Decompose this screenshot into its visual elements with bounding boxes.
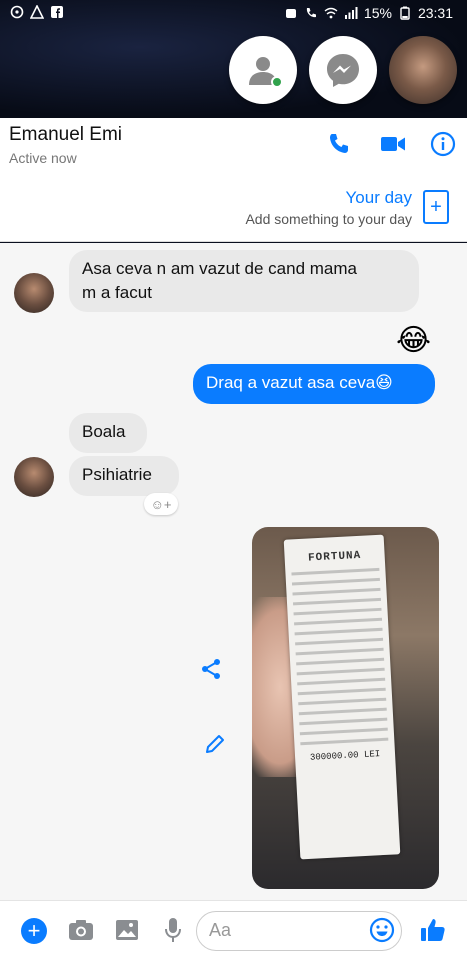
receipt-brand: FORTUNA — [307, 549, 362, 565]
plus-icon: + — [430, 195, 442, 218]
contact-status: Active now — [9, 150, 77, 166]
receipt-amount: 300000.00 LEI — [309, 749, 381, 763]
message-text: Draq a vazut asa ceva😆 — [206, 373, 393, 392]
video-icon — [381, 137, 405, 151]
battery-percent: 15% — [363, 5, 392, 21]
avatar[interactable] — [14, 273, 54, 313]
call-icon — [306, 8, 316, 18]
gallery-button[interactable] — [114, 917, 140, 943]
mic-icon — [165, 918, 181, 942]
incoming-message[interactable]: Boala — [69, 413, 147, 453]
contacts-chat-head[interactable] — [229, 36, 297, 104]
call-button[interactable] — [325, 130, 353, 158]
share-icon — [202, 659, 220, 679]
messenger-icon — [327, 54, 359, 87]
your-day-title[interactable]: Your day — [346, 188, 412, 208]
add-to-day-button[interactable]: + — [423, 190, 449, 224]
reaction-icon: ☺+ — [150, 496, 172, 512]
alarm-icon — [285, 9, 296, 18]
chat-heads — [229, 36, 457, 104]
emoji-button[interactable] — [369, 917, 395, 943]
message-text: Psihiatrie — [82, 465, 152, 484]
signal-icon — [344, 7, 358, 19]
outgoing-message[interactable]: Draq a vazut asa ceva😆 — [193, 364, 435, 404]
incoming-message[interactable]: Psihiatrie — [69, 456, 179, 496]
contact-name: Emanuel Emi — [9, 124, 122, 145]
clock: 23:31 — [417, 5, 453, 21]
incoming-message[interactable]: Asa ceva n am vazut de cand mama m a fac… — [69, 250, 419, 312]
edit-button[interactable] — [202, 731, 228, 757]
message-text: m a facut — [82, 283, 152, 302]
wifi-icon — [324, 7, 338, 19]
photo-message[interactable]: FORTUNA 300000.00 LEI — [252, 527, 439, 889]
phone-icon — [330, 134, 348, 153]
battery-icon — [400, 6, 410, 20]
facebook-icon — [51, 6, 63, 18]
settings-icon — [10, 5, 24, 19]
camera-icon — [69, 920, 93, 940]
outgoing-emoji[interactable]: 😂 — [396, 326, 431, 356]
info-button[interactable] — [429, 130, 457, 158]
receipt-image: FORTUNA 300000.00 LEI — [283, 534, 401, 860]
message-text: Boala — [82, 422, 126, 441]
like-button[interactable] — [420, 917, 446, 943]
online-indicator — [271, 76, 283, 88]
image-icon — [116, 920, 138, 940]
edit-icon — [206, 735, 224, 753]
message-text: Asa ceva n am vazut de cand mama — [82, 259, 357, 278]
status-bar: 15% 23:31 — [0, 0, 467, 28]
avatar[interactable] — [14, 457, 54, 497]
like-icon — [421, 919, 445, 941]
camera-button[interactable] — [68, 917, 94, 943]
voice-button[interactable] — [160, 917, 186, 943]
message-input-placeholder: Aa — [209, 920, 232, 940]
app-a-icon — [30, 5, 44, 19]
add-reaction-button[interactable]: ☺+ — [144, 493, 178, 515]
emoji-icon — [369, 917, 395, 943]
video-call-button[interactable] — [379, 130, 407, 158]
contact-chat-head[interactable] — [389, 36, 457, 104]
plus-icon: + — [27, 918, 41, 943]
your-day-subtitle: Add something to your day — [245, 211, 412, 227]
more-actions-button[interactable]: + — [21, 918, 47, 944]
info-icon — [430, 131, 456, 157]
share-button[interactable] — [198, 656, 224, 682]
messenger-chat-head[interactable] — [309, 36, 377, 104]
